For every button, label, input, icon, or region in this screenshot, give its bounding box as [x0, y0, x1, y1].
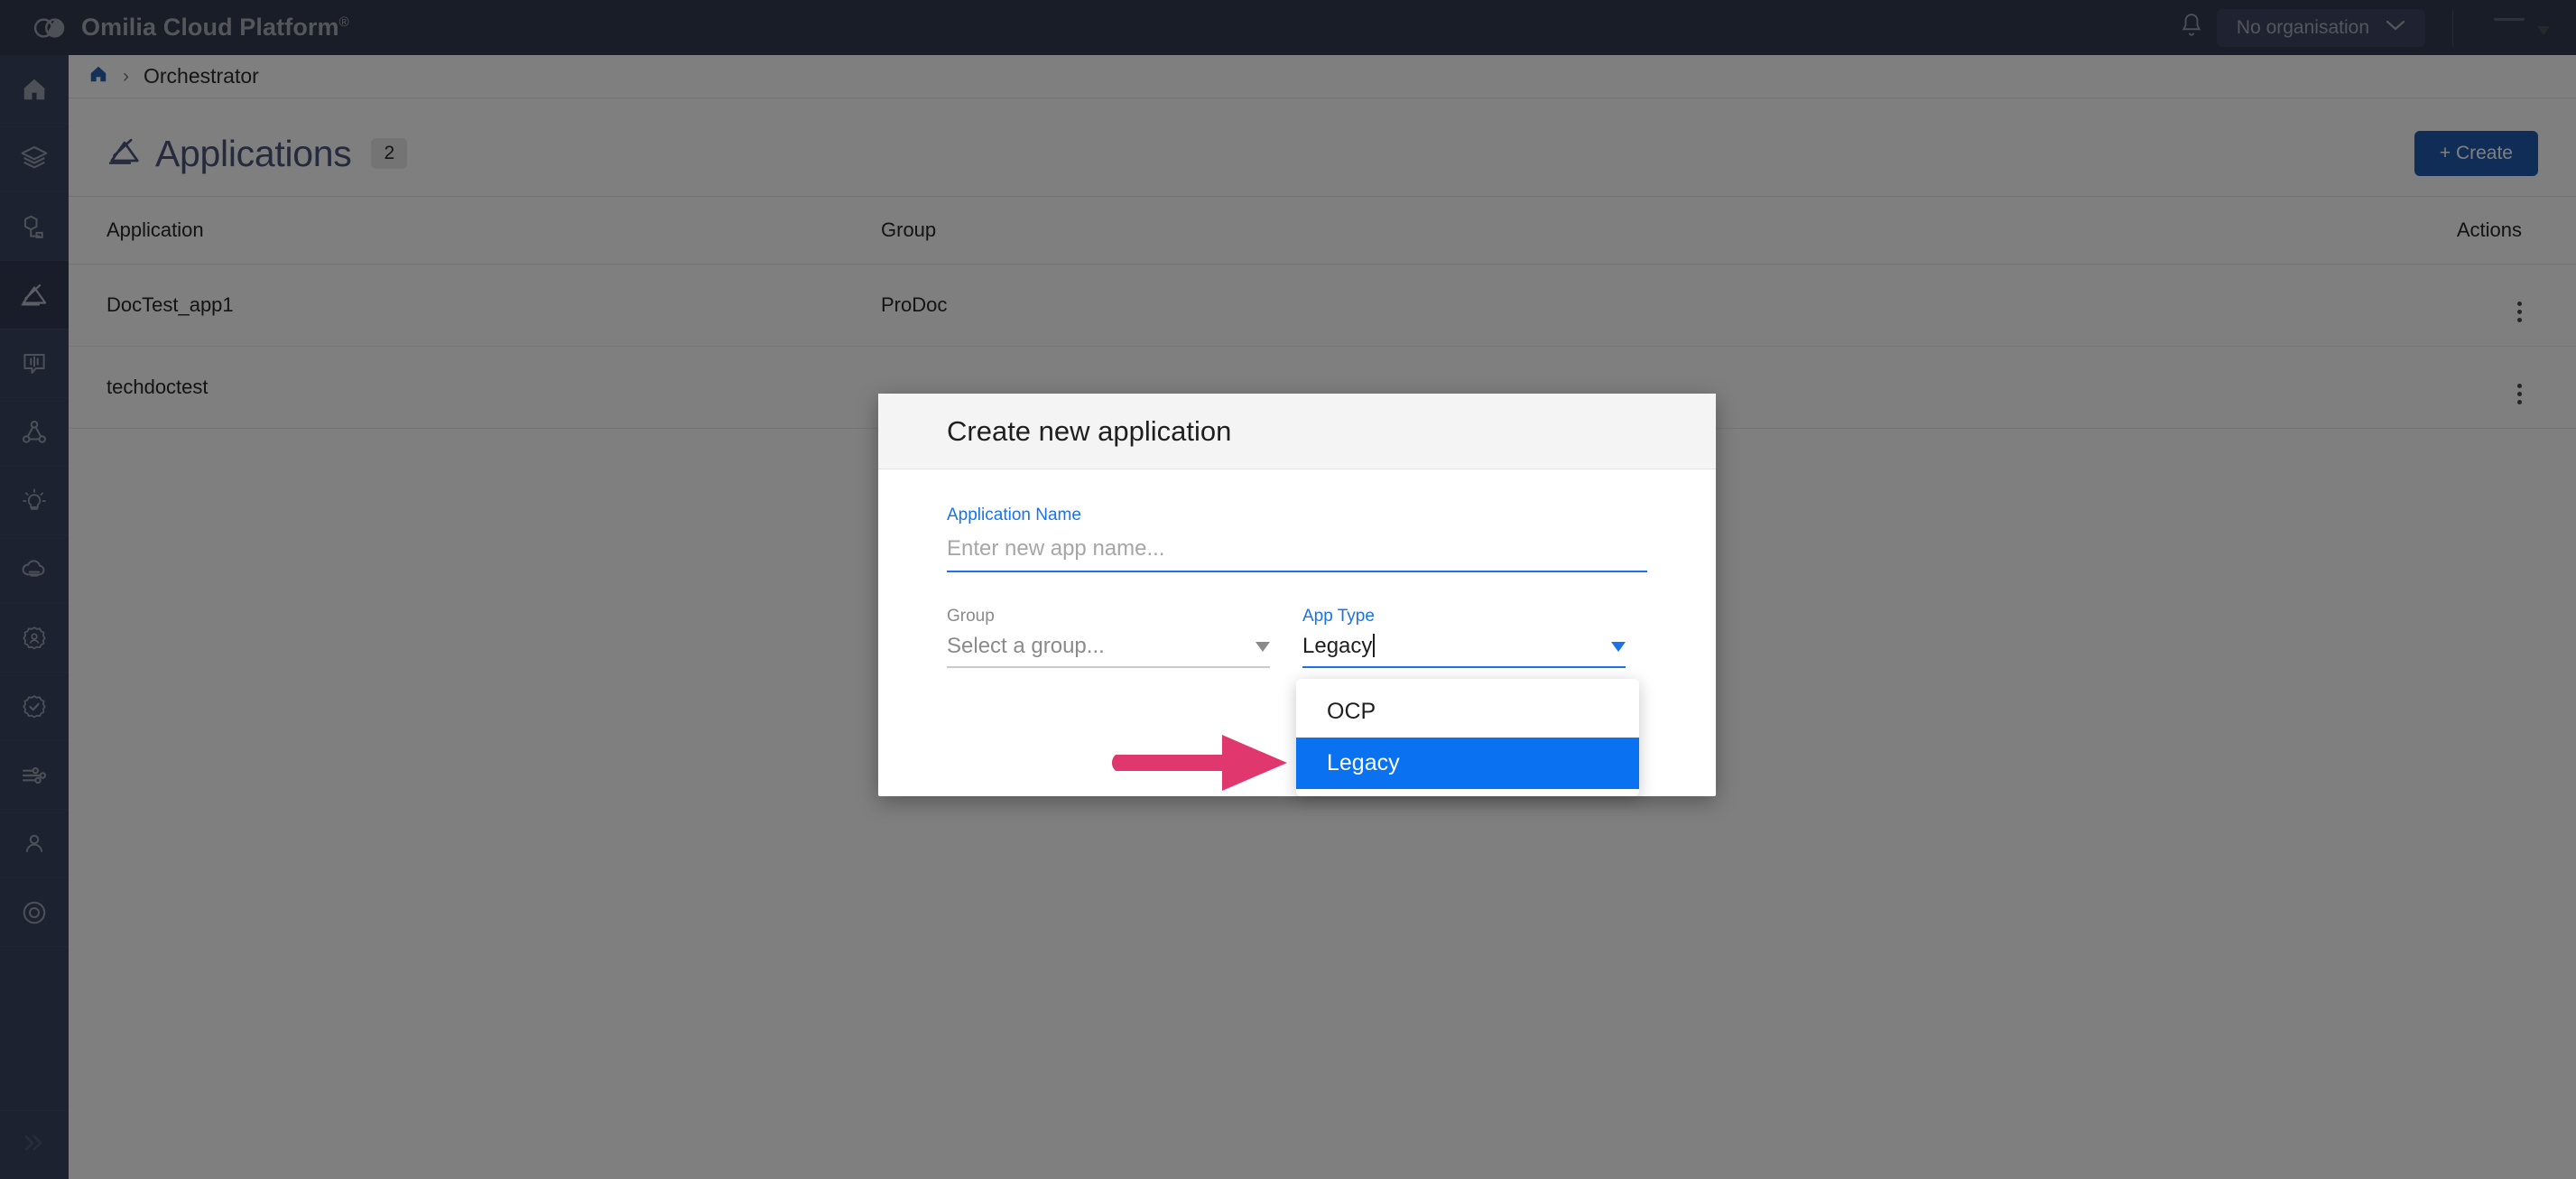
group-underline — [947, 666, 1270, 668]
application-root: Omilia Cloud Platform® No organisation — [0, 0, 2576, 1179]
caret-down-icon — [1611, 642, 1626, 652]
dropdown-option-ocp[interactable]: OCP — [1296, 686, 1639, 738]
modal-title: Create new application — [947, 414, 1232, 447]
caret-down-icon — [1256, 642, 1270, 652]
modal-header: Create new application — [878, 394, 1716, 469]
application-name-input[interactable] — [947, 533, 1647, 572]
app-type-select[interactable]: Legacy — [1302, 634, 1626, 668]
pink-right-arrow-annotation — [1111, 728, 1293, 798]
dropdown-option-legacy[interactable]: Legacy — [1296, 738, 1639, 789]
app-type-dropdown: OCP Legacy — [1296, 679, 1639, 796]
app-type-label: App Type — [1302, 607, 1375, 626]
field-application-name: Application Name — [947, 506, 1647, 572]
text-caret — [1373, 634, 1376, 657]
modal-body: Application Name Group Select a group...… — [878, 469, 1716, 668]
group-select-value: Select a group... — [947, 634, 1105, 658]
app-type-select-value: Legacy — [1302, 634, 1611, 668]
application-name-label: Application Name — [947, 506, 1081, 525]
field-app-type: App Type Legacy — [1302, 607, 1626, 668]
modal-field-row: Group Select a group... App Type Legacy — [947, 607, 1647, 668]
group-label: Group — [947, 607, 995, 626]
field-group: Group Select a group... — [947, 607, 1270, 668]
group-select[interactable]: Select a group... — [947, 634, 1270, 668]
app-type-underline — [1302, 666, 1626, 668]
